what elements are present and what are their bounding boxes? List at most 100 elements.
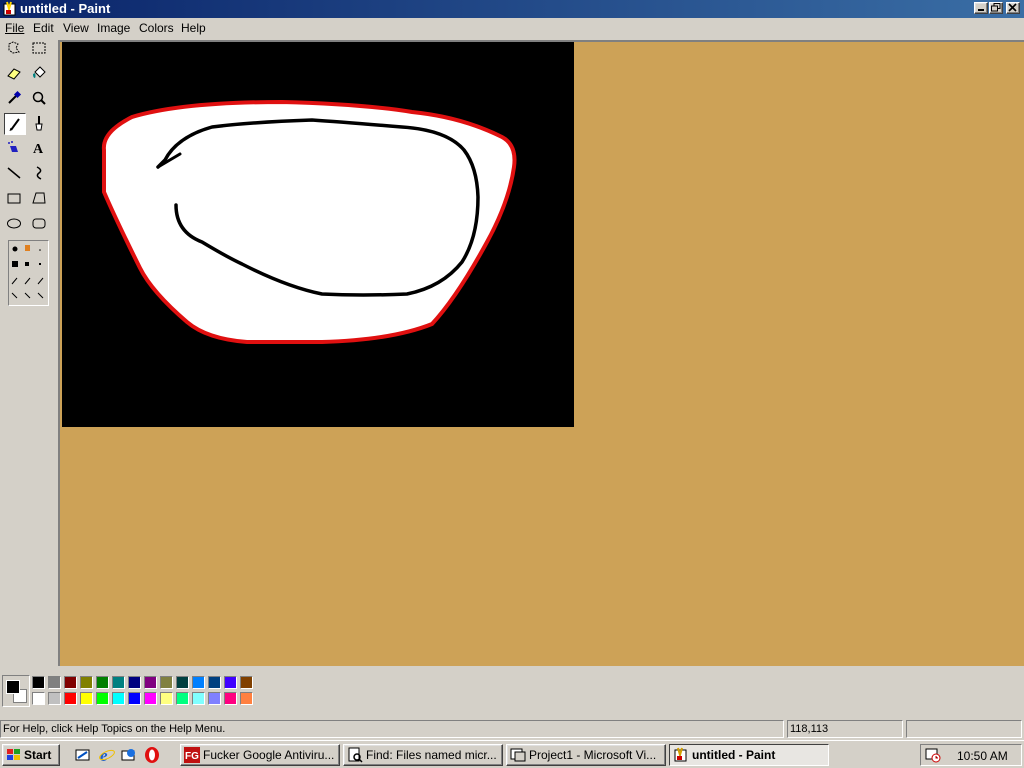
menu-image-label: Image <box>97 21 131 35</box>
taskbar-item-antivirus[interactable]: FG Fucker Google Antiviru... <box>180 744 340 766</box>
minimize-button[interactable] <box>974 2 988 14</box>
opera-icon[interactable] <box>143 746 161 764</box>
palette-swatch[interactable] <box>32 692 45 705</box>
restore-button[interactable] <box>989 2 1003 14</box>
palette-swatch[interactable] <box>128 692 141 705</box>
foreground-color-swatch[interactable] <box>6 680 20 694</box>
menu-help[interactable]: Help <box>181 21 206 35</box>
airbrush-icon <box>8 141 18 152</box>
title-bar[interactable]: untitled - Paint <box>0 0 1024 18</box>
palette-swatch[interactable] <box>48 676 61 689</box>
tool-options-panel[interactable] <box>8 240 49 306</box>
close-button[interactable] <box>1006 2 1020 14</box>
tool-curve[interactable] <box>29 163 51 185</box>
tool-brush[interactable] <box>29 113 51 135</box>
menu-view[interactable]: View <box>63 21 89 35</box>
palette-swatch[interactable] <box>64 692 77 705</box>
menu-image[interactable]: Image <box>97 21 130 35</box>
taskbar-item-label: Project1 - Microsoft Vi... <box>529 748 657 762</box>
menu-colors[interactable]: Colors <box>139 21 174 35</box>
close-icon <box>1008 3 1017 12</box>
tool-line[interactable] <box>4 163 26 185</box>
pencil-icon <box>9 118 20 132</box>
tool-fill[interactable] <box>29 63 51 85</box>
drawing-canvas[interactable] <box>62 42 574 427</box>
internet-explorer-icon[interactable]: e <box>98 746 116 764</box>
windows-logo-icon <box>7 749 20 760</box>
palette-swatch[interactable] <box>160 676 173 689</box>
palette-swatch[interactable] <box>64 676 77 689</box>
paint-app-icon <box>3 1 16 16</box>
palette-swatch[interactable] <box>176 676 189 689</box>
tool-free-form-select[interactable] <box>4 38 26 60</box>
palette-swatch[interactable] <box>224 692 237 705</box>
tool-pencil[interactable] <box>4 113 26 135</box>
tool-ellipse[interactable] <box>4 213 26 235</box>
start-button[interactable]: Start <box>2 744 60 766</box>
tool-eraser[interactable] <box>4 63 26 85</box>
palette-swatch[interactable] <box>208 676 221 689</box>
brush-shape-options-icon <box>11 245 44 299</box>
palette-swatch[interactable] <box>224 676 237 689</box>
svg-text:FG: FG <box>185 751 199 762</box>
palette-swatch[interactable] <box>176 692 189 705</box>
magnifier-icon <box>32 91 46 105</box>
eraser-icon <box>7 68 21 80</box>
palette-swatch[interactable] <box>32 676 45 689</box>
palette-swatch[interactable] <box>112 692 125 705</box>
tool-pick-color[interactable] <box>4 88 26 110</box>
palette-swatch[interactable] <box>144 676 157 689</box>
menu-file[interactable]: File <box>5 21 24 35</box>
paint-icon <box>674 747 687 762</box>
clock[interactable]: 10:50 AM <box>957 749 1008 763</box>
tool-text[interactable]: A <box>29 138 51 160</box>
palette-swatch[interactable] <box>48 692 61 705</box>
rectangle-icon <box>7 193 21 204</box>
rounded-rectangle-icon <box>32 218 46 229</box>
menu-edit-label: Edit <box>33 21 54 35</box>
palette-swatch[interactable] <box>240 692 253 705</box>
palette-swatch[interactable] <box>96 676 109 689</box>
palette-swatch[interactable] <box>128 676 141 689</box>
scheduler-icon[interactable] <box>925 747 941 763</box>
taskbar: Start e FG Fucker Google Antiviru... Fin… <box>0 740 1024 768</box>
brush-icon <box>35 116 43 131</box>
taskbar-item-project1[interactable]: Project1 - Microsoft Vi... <box>506 744 666 766</box>
system-tray: 10:50 AM <box>920 744 1022 766</box>
palette-swatch[interactable] <box>112 676 125 689</box>
status-coordinates: 118,113 <box>787 720 903 738</box>
status-size <box>906 720 1022 738</box>
pick-color-icon <box>8 90 22 104</box>
current-colors[interactable] <box>2 675 30 707</box>
taskbar-item-label: Fucker Google Antiviru... <box>203 748 335 762</box>
menu-bar: File Edit View Image Colors Help <box>0 18 1024 38</box>
palette-swatch[interactable] <box>160 692 173 705</box>
palette-swatch[interactable] <box>144 692 157 705</box>
line-icon <box>7 167 21 179</box>
taskbar-item-find[interactable]: Find: Files named micr... <box>343 744 503 766</box>
start-label: Start <box>24 748 52 762</box>
menu-edit[interactable]: Edit <box>33 21 54 35</box>
show-desktop-icon[interactable] <box>74 746 92 764</box>
taskbar-item-label: Find: Files named micr... <box>366 748 497 762</box>
svg-text:A: A <box>33 142 44 156</box>
palette-swatch[interactable] <box>192 676 205 689</box>
tool-polygon[interactable] <box>29 188 51 210</box>
tool-rounded-rectangle[interactable] <box>29 213 51 235</box>
palette-swatch[interactable] <box>208 692 221 705</box>
tool-magnifier[interactable] <box>29 88 51 110</box>
status-help-text: For Help, click Help Topics on the Help … <box>0 720 784 738</box>
restore-icon <box>991 3 1001 12</box>
tool-rectangle[interactable] <box>4 188 26 210</box>
tool-select[interactable] <box>29 38 51 60</box>
palette-swatch[interactable] <box>80 692 93 705</box>
tool-airbrush[interactable] <box>4 138 26 160</box>
palette-swatch[interactable] <box>240 676 253 689</box>
outlook-express-icon[interactable] <box>120 746 138 764</box>
palette-swatch[interactable] <box>80 676 93 689</box>
palette-swatch[interactable] <box>192 692 205 705</box>
palette-swatch[interactable] <box>96 692 109 705</box>
window-title: untitled - Paint <box>20 1 111 16</box>
select-icon <box>32 42 46 54</box>
taskbar-item-paint[interactable]: untitled - Paint <box>669 744 829 766</box>
